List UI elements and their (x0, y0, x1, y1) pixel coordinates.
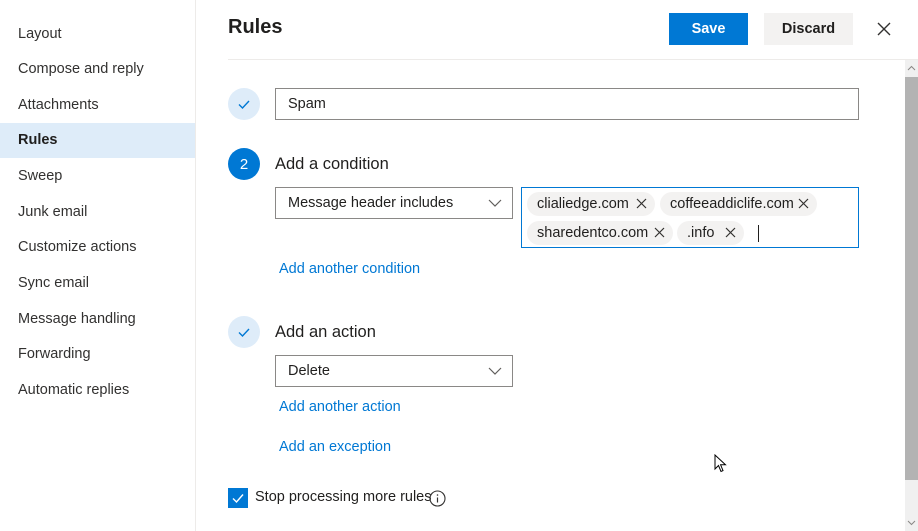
sidebar-item-customize-actions[interactable]: Customize actions (0, 230, 195, 265)
discard-button[interactable]: Discard (764, 13, 853, 45)
stop-processing-label: Stop processing more rules (255, 489, 432, 505)
keyword-tag-label: coffeeaddiclife.com (670, 196, 794, 212)
keyword-tag: clialiedge.com (527, 192, 655, 216)
sidebar-item-rules[interactable]: Rules (0, 123, 195, 158)
header-divider (228, 59, 918, 60)
close-button[interactable] (872, 17, 896, 41)
keyword-tag-label: .info (687, 225, 715, 241)
add-another-action-link[interactable]: Add another action (279, 399, 401, 415)
condition-dropdown[interactable]: Message header includes (275, 187, 513, 219)
action-heading: Add an action (275, 323, 376, 341)
chevron-down-icon (488, 199, 502, 207)
keyword-tag: sharedentco.com (527, 221, 673, 245)
sidebar-item-compose-and-reply[interactable]: Compose and reply (0, 52, 195, 87)
add-another-condition-link[interactable]: Add another condition (279, 261, 420, 277)
keyword-tag: coffeeaddiclife.com (660, 192, 817, 216)
stop-processing-checkbox[interactable] (228, 488, 248, 508)
sidebar-item-forwarding[interactable]: Forwarding (0, 337, 195, 372)
chevron-down-icon (907, 520, 916, 526)
keyword-tag-label: sharedentco.com (537, 225, 649, 241)
settings-sidebar: Layout Compose and reply Attachments Rul… (0, 0, 196, 531)
sidebar-item-junk-email[interactable]: Junk email (0, 195, 195, 230)
rule-name-input[interactable]: Spam (275, 88, 859, 120)
remove-tag-icon[interactable] (725, 227, 736, 238)
remove-tag-icon[interactable] (636, 198, 647, 209)
step-3-complete-indicator (228, 316, 260, 348)
step-2-indicator: 2 (228, 148, 260, 180)
checkmark-icon (232, 494, 244, 504)
header-keywords-input[interactable]: clialiedge.com coffeeaddiclife.com share… (521, 187, 859, 248)
checkmark-icon (238, 100, 250, 110)
info-icon[interactable] (429, 490, 446, 507)
scroll-up-button[interactable] (905, 60, 918, 76)
sidebar-item-automatic-replies[interactable]: Automatic replies (0, 373, 195, 408)
action-dropdown-value: Delete (288, 363, 330, 379)
sidebar-item-sweep[interactable]: Sweep (0, 159, 195, 194)
keyword-tag: .info (677, 221, 744, 245)
scroll-down-button[interactable] (905, 515, 918, 531)
sidebar-item-layout[interactable]: Layout (0, 17, 195, 52)
sidebar-item-message-handling[interactable]: Message handling (0, 302, 195, 337)
action-dropdown[interactable]: Delete (275, 355, 513, 387)
save-button[interactable]: Save (669, 13, 748, 45)
step-1-complete-indicator (228, 88, 260, 120)
close-icon (877, 22, 891, 36)
scrollbar-thumb[interactable] (905, 77, 918, 480)
keyword-tag-label: clialiedge.com (537, 196, 629, 212)
condition-dropdown-value: Message header includes (288, 195, 454, 211)
page-title: Rules (228, 16, 283, 38)
add-exception-link[interactable]: Add an exception (279, 439, 391, 455)
condition-heading: Add a condition (275, 155, 389, 173)
vertical-scrollbar[interactable] (905, 60, 918, 531)
rules-editor: Rules Save Discard Spam 2 Add a conditio… (197, 0, 918, 531)
chevron-down-icon (488, 367, 502, 375)
remove-tag-icon[interactable] (798, 198, 809, 209)
sidebar-item-attachments[interactable]: Attachments (0, 88, 195, 123)
checkmark-icon (238, 328, 250, 338)
remove-tag-icon[interactable] (654, 227, 665, 238)
sidebar-item-sync-email[interactable]: Sync email (0, 266, 195, 301)
chevron-up-icon (907, 65, 916, 71)
text-caret (758, 225, 759, 242)
